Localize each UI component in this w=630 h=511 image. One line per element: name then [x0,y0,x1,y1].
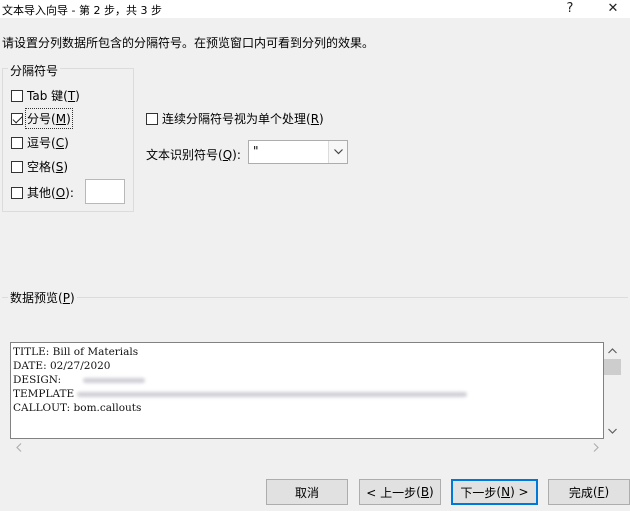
space-checkbox-label: 空格(S) [27,160,69,174]
space-checkbox-box[interactable] [11,160,23,173]
preview-line: TITLE: Bill of Materials [13,346,139,358]
window-title: 文本导入向导 - 第 2 步，共 3 步 [2,4,162,17]
consecutive-checkbox-box[interactable] [146,112,158,125]
other-checkbox-label: 其他(O): [27,186,74,200]
delimiters-legend: 分隔符号 [8,62,61,79]
next-button[interactable]: 下一步(N) > [451,479,538,505]
semicolon-checkbox[interactable]: 分号(M) [11,108,73,129]
back-button[interactable]: < 上一步(B) [359,479,441,505]
help-button[interactable]: ? [556,0,584,18]
scroll-right-icon[interactable] [587,439,604,456]
consecutive-checkbox-label: 连续分隔符号视为单个处理(R) [162,112,324,126]
preview-line: DATE: 02/27/2020 [13,360,111,372]
consecutive-checkbox[interactable]: 连续分隔符号视为单个处理(R) [146,110,324,127]
scroll-left-icon[interactable] [10,439,27,456]
preview-pane[interactable]: TITLE: Bill of Materials DATE: 02/27/202… [10,342,604,439]
cancel-button[interactable]: 取消 [266,479,348,505]
space-checkbox[interactable]: 空格(S) [11,158,68,175]
close-icon: ✕ [607,1,619,16]
preview-line: DESIGN: [11,373,603,387]
preview-legend: 数据预览(P) [8,289,77,306]
tab-checkbox-box[interactable] [11,89,23,102]
preview-vertical-scrollbar[interactable] [604,342,621,439]
tab-checkbox-label: Tab 键(T) [27,89,80,103]
qualifier-value: " [253,144,259,158]
qualifier-select[interactable]: " [248,140,348,164]
other-checkbox[interactable]: 其他(O): [11,184,74,201]
other-delimiter-input[interactable] [85,179,125,204]
semicolon-checkbox-label: 分号(M) [25,108,73,129]
qualifier-dropdown-button[interactable] [328,141,347,163]
finish-button[interactable]: 完成(F) [548,479,630,505]
comma-checkbox-label: 逗号(C) [27,136,69,150]
preview-line: CALLOUT: bom.callouts [13,402,142,414]
scroll-down-icon[interactable] [604,422,621,439]
comma-checkbox-box[interactable] [11,136,23,149]
redacted-text [77,391,468,397]
preview-line: TEMPLATE [11,387,603,401]
redacted-text [82,377,145,383]
tab-checkbox[interactable]: Tab 键(T) [11,87,80,104]
comma-checkbox[interactable]: 逗号(C) [11,134,69,151]
semicolon-checkbox-box[interactable] [11,112,23,125]
instruction-text: 请设置分列数据所包含的分隔符号。在预览窗口内可看到分列的效果。 [2,36,375,50]
close-button[interactable]: ✕ [599,0,627,18]
vertical-scroll-thumb[interactable] [604,359,621,375]
qualifier-label: 文本识别符号(Q): [146,148,241,162]
preview-horizontal-scrollbar[interactable] [10,439,604,456]
other-checkbox-box[interactable] [11,186,23,199]
scroll-up-icon[interactable] [604,342,621,359]
chevron-down-icon [333,149,343,155]
